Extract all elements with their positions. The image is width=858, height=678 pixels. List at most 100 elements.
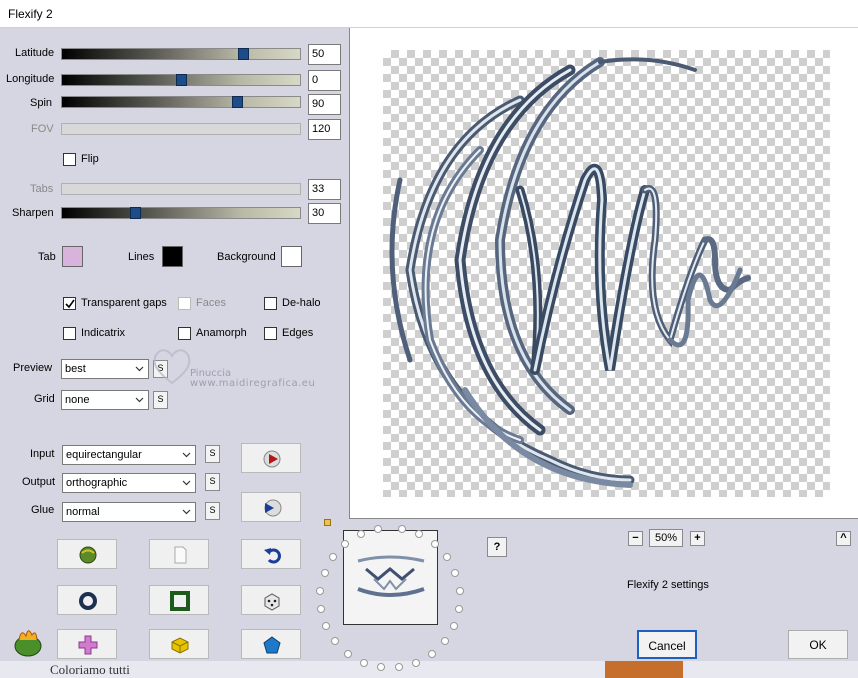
globe-button[interactable]	[57, 539, 117, 569]
preview-select[interactable]: best	[61, 359, 149, 379]
plus-shape-button[interactable]	[57, 629, 117, 659]
thumbnail-image	[357, 555, 425, 597]
preview-image	[389, 57, 751, 488]
watermark: Pinuccia www.maidiregrafica.eu	[150, 345, 315, 389]
ok-button[interactable]: OK	[788, 630, 848, 659]
spin-label: Spin	[30, 97, 53, 109]
grid-label: Grid	[34, 393, 55, 405]
preview-value: best	[65, 363, 86, 375]
input-select[interactable]: equirectangular	[62, 445, 196, 465]
tabs-value[interactable]: 33	[308, 179, 341, 200]
chevron-down-icon	[135, 397, 144, 403]
transparent-gaps-checkbox[interactable]	[63, 297, 76, 310]
dice-button[interactable]	[241, 585, 301, 615]
dial-dot[interactable]	[321, 621, 330, 630]
transparent-gaps-label: Transparent gaps	[81, 297, 167, 309]
cube-icon	[171, 637, 189, 654]
tab-color-swatch[interactable]	[62, 246, 83, 267]
dial-dot[interactable]	[440, 637, 449, 646]
help-icon: ?	[493, 541, 501, 553]
dial-dot[interactable]	[329, 553, 338, 562]
latitude-thumb[interactable]	[238, 48, 249, 60]
page-icon	[174, 546, 187, 564]
dial-dot[interactable]	[320, 569, 329, 578]
dial-dot[interactable]	[331, 637, 340, 646]
fov-slider	[61, 123, 301, 135]
dice-icon	[264, 593, 280, 611]
background-app-strip: Coloriamo tutti	[0, 661, 858, 678]
de-halo-checkbox[interactable]	[264, 297, 277, 310]
dial-dot[interactable]	[428, 649, 437, 658]
dial-dot[interactable]	[316, 586, 325, 595]
sharpen-label: Sharpen	[12, 207, 54, 219]
chevron-down-icon	[182, 480, 191, 486]
globe-icon	[79, 546, 97, 564]
anamorph-label: Anamorph	[196, 327, 247, 339]
glue-s-button[interactable]: S	[205, 502, 220, 520]
grid-select[interactable]: none	[61, 390, 149, 410]
background-orange-block	[605, 661, 683, 678]
lines-color-swatch[interactable]	[162, 246, 183, 267]
output-select[interactable]: orthographic	[62, 473, 196, 493]
indicatrix-checkbox[interactable]	[63, 327, 76, 340]
collapse-button[interactable]: ^	[836, 531, 851, 546]
faces-checkbox	[178, 297, 191, 310]
flexify-dialog: Flexify 2 Latitude 50 Longitude 0 Spin 9…	[0, 0, 858, 678]
latitude-label: Latitude	[15, 47, 55, 59]
help-button[interactable]: ?	[487, 537, 507, 557]
output-s-button[interactable]: S	[205, 473, 220, 491]
dial-dot[interactable]	[450, 621, 459, 630]
cube-button[interactable]	[149, 629, 209, 659]
undo-icon	[264, 548, 281, 564]
spin-value[interactable]: 90	[308, 94, 341, 115]
sharpen-thumb[interactable]	[130, 207, 141, 219]
dial-dot[interactable]	[316, 604, 325, 613]
chevron-up-icon: ^	[840, 532, 847, 544]
longitude-slider[interactable]	[61, 74, 301, 86]
tab-color-label: Tab	[38, 251, 56, 263]
dial-dot[interactable]	[373, 525, 382, 534]
flip-checkbox[interactable]	[63, 153, 76, 166]
latitude-value[interactable]: 50	[308, 44, 341, 65]
de-halo-label: De-halo	[282, 297, 321, 309]
input-s-button[interactable]: S	[205, 445, 220, 463]
heart-watermark-icon	[153, 349, 191, 385]
frame-button[interactable]	[149, 585, 209, 615]
edges-checkbox[interactable]	[264, 327, 277, 340]
latitude-slider[interactable]	[61, 48, 301, 60]
grid-s-button[interactable]: S	[153, 391, 168, 409]
background-text: Coloriamo tutti	[50, 662, 130, 677]
dial-dot[interactable]	[430, 540, 439, 549]
anamorph-checkbox[interactable]	[178, 327, 191, 340]
play-forward-button[interactable]	[241, 443, 301, 473]
dial-dot[interactable]	[455, 604, 464, 613]
glue-select[interactable]: normal	[62, 502, 196, 522]
tabs-label: Tabs	[30, 183, 54, 195]
pentagon-button[interactable]	[241, 629, 301, 659]
dial-dot[interactable]	[343, 649, 352, 658]
cancel-button[interactable]: Cancel	[637, 630, 697, 659]
play-back-button[interactable]	[241, 492, 301, 522]
zoom-out-button[interactable]: −	[628, 531, 643, 546]
sharpen-value[interactable]: 30	[308, 203, 341, 224]
longitude-thumb[interactable]	[176, 74, 187, 86]
undo-button[interactable]	[241, 539, 301, 569]
dial-dot[interactable]	[442, 553, 451, 562]
longitude-value[interactable]: 0	[308, 70, 341, 91]
dial-dot[interactable]	[359, 658, 368, 667]
dial-dot[interactable]	[455, 586, 464, 595]
spin-thumb[interactable]	[232, 96, 243, 108]
page-button[interactable]	[149, 539, 209, 569]
spin-slider[interactable]	[61, 96, 301, 108]
frame-icon	[170, 591, 190, 611]
preview-label: Preview	[13, 362, 53, 374]
background-color-swatch[interactable]	[281, 246, 302, 267]
sharpen-slider[interactable]	[61, 207, 301, 219]
dial-dot[interactable]	[451, 569, 460, 578]
fov-value[interactable]: 120	[308, 119, 341, 140]
zoom-in-button[interactable]: +	[690, 531, 705, 546]
ring-button[interactable]	[57, 585, 117, 615]
thumbnail-preview[interactable]	[343, 530, 438, 625]
longitude-label: Longitude	[6, 73, 55, 85]
input-value: equirectangular	[66, 449, 142, 461]
